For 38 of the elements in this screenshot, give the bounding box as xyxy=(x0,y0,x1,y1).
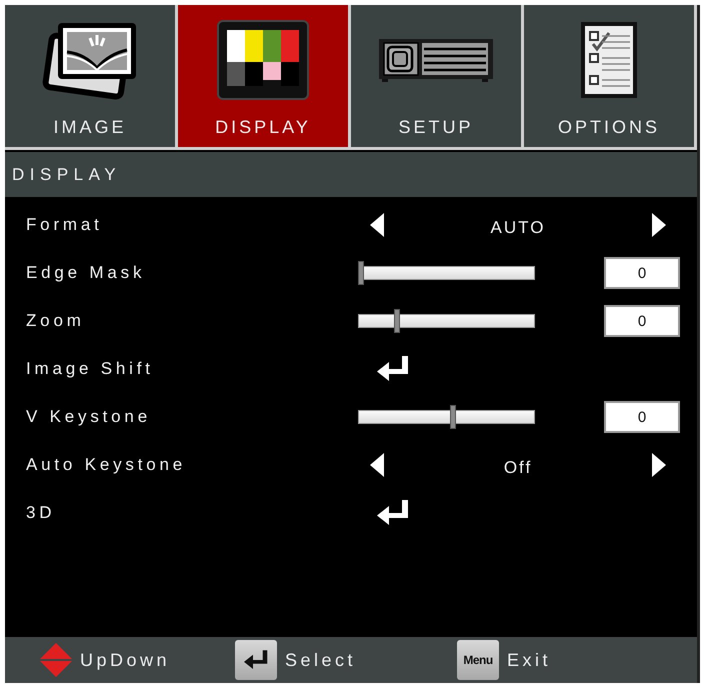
setting-label: Format xyxy=(25,215,104,235)
hint-label: Select xyxy=(285,650,356,670)
menu-key: Menu xyxy=(457,640,499,680)
setting-label: Auto Keystone xyxy=(25,455,187,475)
value-display: 0 xyxy=(604,257,680,289)
slider-track[interactable] xyxy=(358,261,535,285)
left-arrow-icon xyxy=(370,453,384,477)
menu-tab[interactable]: DISPLAY xyxy=(178,5,351,150)
enter-icon xyxy=(377,500,409,526)
projector-icon xyxy=(378,37,494,83)
menu-tab[interactable]: OPTIONS xyxy=(524,5,697,150)
slider-track[interactable] xyxy=(358,309,535,333)
setting-label: V Keystone xyxy=(25,407,152,427)
slider-thumb[interactable] xyxy=(394,309,400,333)
setting-label: 3D xyxy=(25,503,56,523)
value-display: 0 xyxy=(604,305,680,337)
slider-thumb[interactable] xyxy=(450,405,456,429)
setting-value: AUTO xyxy=(490,218,546,238)
right-arrow-icon xyxy=(652,213,666,237)
up-down-arrows-icon xyxy=(40,643,72,677)
hint-label: UpDown xyxy=(80,650,170,670)
setting-label: Edge Mask xyxy=(25,263,146,283)
setting-label: Image Shift xyxy=(25,359,155,379)
color-bars-monitor-icon xyxy=(217,20,309,100)
left-arrow-icon xyxy=(370,213,384,237)
menu-tab[interactable]: SETUP xyxy=(351,5,524,150)
setting-value: Off xyxy=(504,458,532,478)
menu-tab[interactable]: IMAGE xyxy=(5,5,178,150)
enter-icon xyxy=(377,356,409,382)
enter-key-icon xyxy=(235,640,277,680)
value-display: 0 xyxy=(604,401,680,433)
slider-track[interactable] xyxy=(358,405,535,429)
right-arrow-icon xyxy=(652,453,666,477)
slider-thumb[interactable] xyxy=(358,261,364,285)
hint-label: Exit xyxy=(507,650,552,670)
checklist-icon xyxy=(581,22,637,98)
setting-label: Zoom xyxy=(25,311,86,331)
section-title: DISPLAY xyxy=(5,152,697,197)
